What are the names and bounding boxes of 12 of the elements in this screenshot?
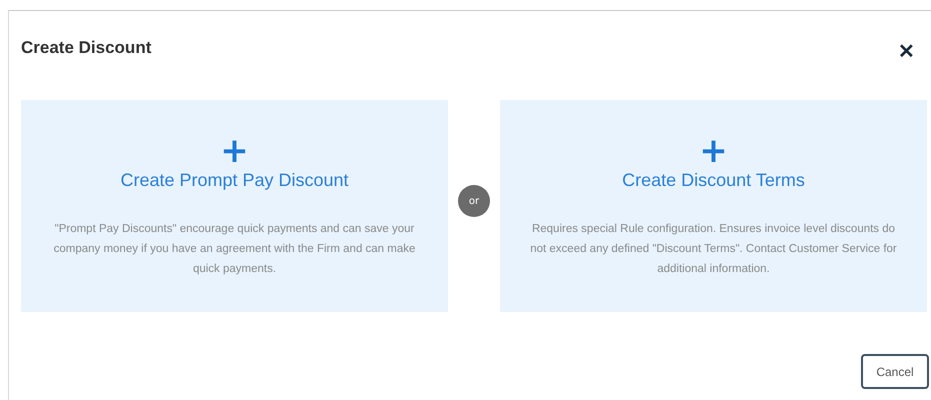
cancel-button[interactable]: Cancel (861, 354, 929, 389)
option-title[interactable]: Create Discount Terms (622, 170, 805, 191)
option-title[interactable]: Create Prompt Pay Discount (120, 170, 349, 191)
option-description: "Prompt Pay Discounts" encourage quick payments and can save your company money if you have an agreement with the Firm and can make quick payments. (52, 222, 416, 277)
option-card[interactable]: + Create Prompt Pay Discount "Prompt Pay Discounts" encourage quick payments and can save your company money if you have an agreement with the Firm and can make quick payments. (21, 100, 448, 312)
close-button[interactable]: ✕ (894, 39, 919, 64)
plus-icon: + (220, 138, 249, 164)
plus-icon: + (699, 138, 728, 164)
or-badge: or (458, 185, 490, 217)
option-card[interactable]: + Create Discount Terms Requires special Rule configuration. Ensures invoice level discounts do not exceed any defined "Discount Terms". Contact Customer Service for additional information. (500, 100, 927, 312)
dialog-title: Create Discount (21, 38, 152, 58)
option-description: Requires special Rule configuration. Ensures invoice level discounts do not exceed any defined "Discount Terms". Contact Customer Service for additional information. (529, 222, 898, 277)
